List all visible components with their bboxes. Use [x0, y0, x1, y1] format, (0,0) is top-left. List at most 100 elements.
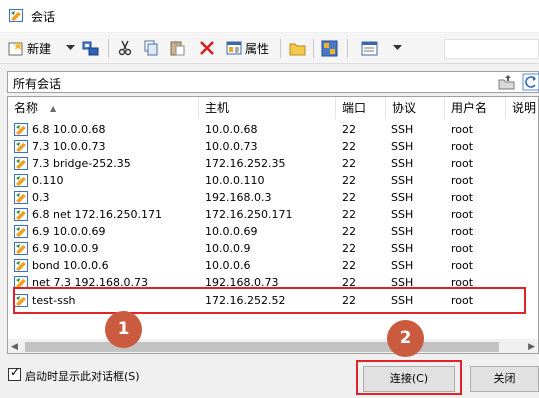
- column-header-port[interactable]: 端口: [336, 97, 386, 119]
- session-username: root: [451, 140, 474, 153]
- horizontal-scrollbar[interactable]: ◀ ▶: [8, 339, 538, 353]
- session-row[interactable]: bond 10.0.0.6 10.0.0.6 22 SSH root: [8, 257, 538, 274]
- copy-icon: [144, 40, 158, 56]
- list-header: 名称 ▲ 主机 端口 协议 用户名 说明: [8, 97, 538, 119]
- toolbar-search-input[interactable]: [444, 39, 539, 59]
- highlight-connect-button: [356, 360, 462, 395]
- up-folder-icon[interactable]: [498, 74, 515, 91]
- session-icon: [14, 241, 30, 256]
- folder-path-bar: 所有会话: [7, 71, 539, 93]
- new-session-label: 新建: [27, 41, 52, 56]
- session-icon: [14, 207, 30, 222]
- dropdown-arrow-icon: [393, 45, 402, 50]
- session-port: 22: [342, 191, 356, 204]
- step-badge-1: 1: [105, 311, 142, 348]
- session-username: root: [451, 157, 474, 170]
- window-title: 会话: [31, 10, 56, 24]
- session-row[interactable]: 6.9 10.0.0.69 10.0.0.69 22 SSH root: [8, 223, 538, 240]
- column-header-username[interactable]: 用户名: [445, 97, 506, 119]
- transfer-button[interactable]: [82, 37, 99, 59]
- import-export-icon: [321, 40, 338, 56]
- session-name: 6.9 10.0.0.9: [32, 242, 99, 255]
- session-icon: [14, 139, 30, 154]
- column-header-name[interactable]: 名称 ▲: [8, 97, 199, 119]
- column-header-description[interactable]: 说明: [506, 97, 538, 119]
- copy-button[interactable]: [143, 37, 159, 59]
- session-username: root: [451, 242, 474, 255]
- view-dropdown-button[interactable]: [393, 37, 402, 59]
- session-port: 22: [342, 259, 356, 272]
- session-protocol: SSH: [391, 225, 414, 238]
- session-name: 6.9 10.0.0.69: [32, 225, 106, 238]
- title-bar: 会话: [0, 0, 539, 32]
- column-header-protocol[interactable]: 协议: [386, 97, 445, 119]
- session-row[interactable]: 7.3 10.0.0.73 10.0.0.73 22 SSH root: [8, 138, 538, 155]
- step-badge-2: 2: [387, 320, 424, 357]
- folder-icon: [289, 43, 306, 55]
- session-username: root: [451, 259, 474, 272]
- session-row[interactable]: 6.9 10.0.0.9 10.0.0.9 22 SSH root: [8, 240, 538, 257]
- refresh-icon[interactable]: [522, 73, 539, 91]
- scroll-left-icon[interactable]: ◀: [11, 342, 18, 352]
- session-row[interactable]: 7.3 bridge-252.35 172.16.252.35 22 SSH root: [8, 155, 538, 172]
- session-host: 10.0.0.73: [205, 140, 258, 153]
- delete-button[interactable]: [199, 37, 215, 59]
- session-icon: [14, 173, 30, 188]
- session-protocol: SSH: [391, 242, 414, 255]
- new-dropdown-button[interactable]: [66, 37, 75, 59]
- session-username: root: [451, 225, 474, 238]
- session-username: root: [451, 208, 474, 221]
- session-port: 22: [342, 242, 356, 255]
- sessions-app-icon: [9, 9, 23, 22]
- session-host: 10.0.0.110: [205, 174, 265, 187]
- session-name: 0.3: [32, 191, 50, 204]
- cut-button[interactable]: [117, 37, 133, 59]
- session-icon: [14, 258, 30, 273]
- sort-ascending-icon: ▲: [50, 104, 57, 113]
- scroll-right-icon[interactable]: ▶: [528, 342, 535, 352]
- session-protocol: SSH: [391, 208, 414, 221]
- session-row[interactable]: 6.8 10.0.0.68 10.0.0.68 22 SSH root: [8, 121, 538, 138]
- session-host: 10.0.0.6: [205, 259, 251, 272]
- cut-icon: [118, 40, 132, 56]
- session-port: 22: [342, 123, 356, 136]
- new-session-icon: [8, 41, 23, 56]
- session-host: 172.16.252.35: [205, 157, 286, 170]
- properties-button[interactable]: 属性: [226, 37, 269, 59]
- show-on-startup-checkbox[interactable]: ✓: [8, 365, 21, 381]
- scrollbar-thumb[interactable]: [25, 342, 499, 352]
- session-port: 22: [342, 140, 356, 153]
- new-session-button[interactable]: 新建: [8, 37, 51, 59]
- session-name: 0.110: [32, 174, 64, 187]
- session-host: 10.0.0.9: [205, 242, 251, 255]
- paste-icon: [170, 41, 185, 56]
- session-username: root: [451, 174, 474, 187]
- session-row[interactable]: 6.8 net 172.16.250.171 172.16.250.171 22 SS…: [8, 206, 538, 223]
- highlight-test-ssh-row: [13, 287, 526, 314]
- session-host: 10.0.0.69: [205, 225, 258, 238]
- session-port: 22: [342, 208, 356, 221]
- session-protocol: SSH: [391, 140, 414, 153]
- close-button[interactable]: 关闭: [470, 366, 539, 392]
- folder-path-text: 所有会话: [13, 77, 62, 91]
- session-icon: [14, 190, 30, 205]
- session-username: root: [451, 191, 474, 204]
- session-list: 名称 ▲ 主机 端口 协议 用户名 说明 6.8 10.0.0.68 10.0.0.…: [7, 96, 539, 354]
- import-export-button[interactable]: [321, 37, 338, 59]
- session-row[interactable]: 0.110 10.0.0.110 22 SSH root: [8, 172, 538, 189]
- properties-icon: [226, 41, 242, 55]
- session-protocol: SSH: [391, 174, 414, 187]
- session-protocol: SSH: [391, 259, 414, 272]
- paste-button[interactable]: [169, 37, 185, 59]
- toolbar-separator: [313, 39, 314, 58]
- dropdown-arrow-icon: [66, 45, 75, 50]
- session-protocol: SSH: [391, 123, 414, 136]
- session-name: 7.3 bridge-252.35: [32, 157, 131, 170]
- view-button[interactable]: [361, 37, 378, 59]
- session-row[interactable]: 0.3 192.168.0.3 22 SSH root: [8, 189, 538, 206]
- session-port: 22: [342, 225, 356, 238]
- new-folder-button[interactable]: [289, 37, 306, 59]
- column-header-host[interactable]: 主机: [199, 97, 336, 119]
- session-port: 22: [342, 174, 356, 187]
- toolbar-separator: [347, 39, 348, 58]
